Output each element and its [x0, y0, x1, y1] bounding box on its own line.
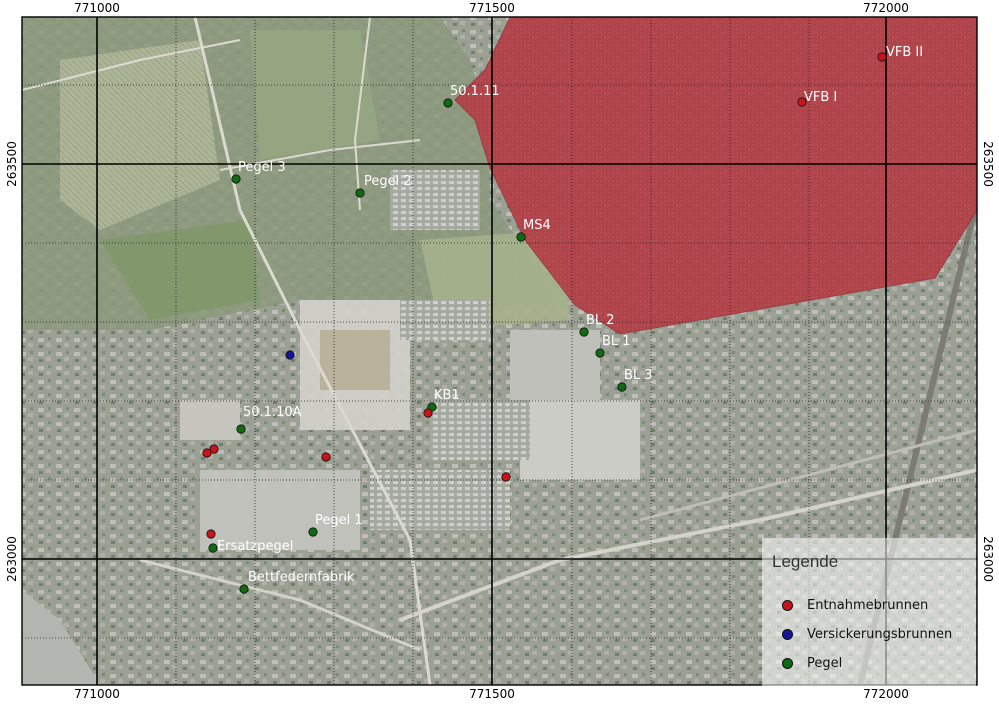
well-label: BL 1	[602, 334, 631, 349]
well-marker-pegel[interactable]	[595, 348, 605, 358]
x-coord-bottom-1: 771000	[74, 687, 120, 701]
well-marker-entnahme[interactable]	[423, 408, 433, 418]
well-label: 50.1.11	[450, 84, 500, 99]
well-label: KB1	[434, 388, 460, 403]
well-label: VFB II	[886, 45, 923, 60]
well-marker-entnahme[interactable]	[202, 448, 212, 458]
well-marker-entnahme[interactable]	[501, 472, 511, 482]
well-label: BL 3	[624, 368, 653, 383]
x-coord-bottom-2: 771500	[469, 687, 515, 701]
well-label: Bettfedernfabrik	[248, 570, 355, 585]
well-marker-pegel[interactable]	[308, 527, 318, 537]
blue-dot-icon	[782, 629, 793, 640]
x-coord-bottom-3: 772000	[863, 687, 909, 701]
well-label: Pegel 2	[364, 174, 412, 189]
legend-label: Pegel	[807, 656, 843, 671]
legend-item-versickerungsbrunnen: Versickerungsbrunnen	[782, 627, 952, 643]
well-marker-pegel[interactable]	[516, 232, 526, 242]
well-marker-pegel[interactable]	[579, 327, 589, 337]
x-coord-top-1: 771000	[74, 1, 120, 15]
x-coord-top-2: 771500	[469, 1, 515, 15]
y-coord-right-2: 263000	[981, 536, 995, 582]
well-label: MS4	[523, 218, 551, 233]
legend-label: Versickerungsbrunnen	[807, 627, 953, 642]
well-marker-pegel[interactable]	[617, 382, 627, 392]
well-label: 50.1.10A	[243, 405, 302, 420]
well-marker-pegel[interactable]	[231, 174, 241, 184]
well-label: Pegel 1	[315, 513, 363, 528]
red-dot-icon	[782, 600, 793, 611]
well-marker-entnahme[interactable]	[321, 452, 331, 462]
legend-title: Legende	[772, 552, 839, 571]
x-coord-top-3: 772000	[863, 1, 909, 15]
legend-item-pegel: Pegel	[782, 656, 842, 672]
well-marker-pegel[interactable]	[239, 584, 249, 594]
green-dot-icon	[782, 658, 793, 669]
legend-item-entnahmebrunnen: Entnahmebrunnen	[782, 598, 928, 614]
well-marker-pegel[interactable]	[208, 543, 218, 553]
well-marker-entnahme[interactable]	[877, 52, 887, 62]
well-label: Ersatzpegel	[217, 539, 293, 554]
well-marker-versickerung[interactable]	[285, 350, 295, 360]
well-label: BL 2	[586, 313, 615, 328]
well-label: VFB I	[804, 90, 837, 105]
legend-label: Entnahmebrunnen	[807, 598, 929, 613]
well-label: Pegel 3	[238, 160, 286, 175]
y-coord-left-2: 263000	[5, 536, 19, 582]
y-coord-left-1: 263500	[5, 141, 19, 187]
well-marker-entnahme[interactable]	[206, 529, 216, 539]
well-marker-pegel[interactable]	[355, 188, 365, 198]
well-marker-pegel[interactable]	[443, 98, 453, 108]
y-coord-right-1: 263500	[981, 141, 995, 187]
well-marker-pegel[interactable]	[236, 424, 246, 434]
legend: Legende Entnahmebrunnen Versickerungsbru…	[762, 538, 976, 686]
